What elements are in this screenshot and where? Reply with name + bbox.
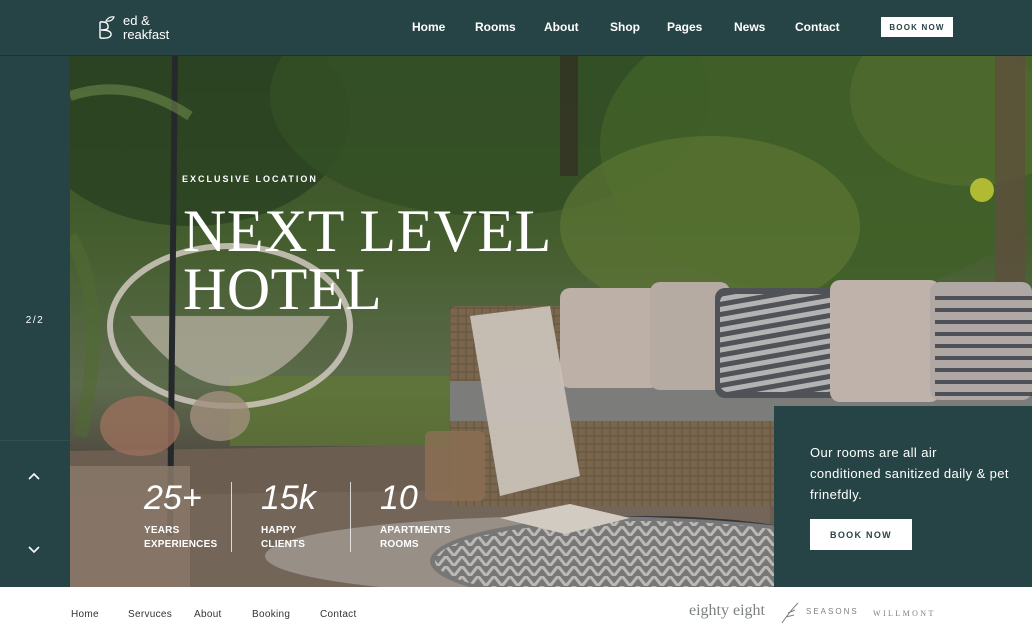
stat-label-line-1: YEARS bbox=[144, 525, 180, 536]
stat-label-line-1: APARTMENTS bbox=[380, 525, 451, 536]
footer-link-booking[interactable]: Booking bbox=[252, 609, 290, 620]
nav-rooms[interactable]: Rooms bbox=[475, 20, 516, 34]
stat-value: 25+ bbox=[144, 479, 202, 517]
partner-logo-seasons: SEASONS bbox=[780, 601, 860, 627]
partner-logo-willmont: WILLMONT bbox=[873, 609, 936, 618]
stat-clients: 15k HAPPY CLIENTS bbox=[261, 480, 371, 552]
nav-contact[interactable]: Contact bbox=[795, 20, 840, 34]
footer-link-about[interactable]: About bbox=[194, 609, 222, 620]
partner-logo-eighty-eight: eighty eight bbox=[689, 602, 765, 619]
partner-seasons-label: SEASONS bbox=[806, 607, 859, 616]
stat-value: 15k bbox=[261, 479, 316, 517]
header-book-now-button[interactable]: BOOK NOW bbox=[881, 17, 953, 37]
stat-label-line-1: HAPPY bbox=[261, 525, 297, 536]
info-panel: Our rooms are all air conditioned saniti… bbox=[774, 406, 1032, 587]
nav-home[interactable]: Home bbox=[412, 20, 445, 34]
stat-label: YEARS EXPERIENCES bbox=[144, 524, 254, 552]
info-text: Our rooms are all air conditioned saniti… bbox=[810, 445, 1009, 502]
stat-label-line-2: CLIENTS bbox=[261, 539, 306, 550]
chevron-down-icon bbox=[28, 546, 40, 554]
slider-rail: 2/2 bbox=[0, 56, 70, 587]
footer-link-home[interactable]: Home bbox=[71, 609, 99, 620]
leaf-b-monogram-icon bbox=[99, 16, 115, 39]
info-book-now-button[interactable]: BOOK NOW bbox=[810, 519, 912, 550]
stat-divider bbox=[231, 482, 232, 552]
slide-prev-button[interactable] bbox=[25, 467, 43, 485]
stat-label: HAPPY CLIENTS bbox=[261, 524, 371, 552]
nav-news[interactable]: News bbox=[734, 20, 765, 34]
stat-divider bbox=[350, 482, 351, 552]
stat-apartments: 10 APARTMENTS ROOMS bbox=[380, 480, 490, 552]
nav-about[interactable]: About bbox=[544, 20, 579, 34]
chevron-up-icon bbox=[28, 472, 40, 480]
logo[interactable]: ed & reakfast bbox=[95, 13, 169, 43]
hero-slide: EXCLUSIVE LOCATION NEXT LEVEL HOTEL 25+ … bbox=[70, 56, 1032, 587]
hero-title-line-2: HOTEL bbox=[183, 256, 383, 322]
stat-label-line-2: ROOMS bbox=[380, 539, 419, 550]
footer-strip: Home Servuces About Booking Contact eigh… bbox=[0, 587, 1032, 641]
nav-pages[interactable]: Pages bbox=[667, 20, 702, 34]
feather-icon bbox=[781, 602, 799, 624]
hero-title-line-1: NEXT LEVEL bbox=[183, 198, 552, 264]
hero-eyebrow: EXCLUSIVE LOCATION bbox=[182, 174, 318, 184]
stat-value: 10 bbox=[380, 479, 418, 517]
slide-next-button[interactable] bbox=[25, 541, 43, 559]
brand-name: ed & reakfast bbox=[123, 14, 169, 42]
stat-label: APARTMENTS ROOMS bbox=[380, 524, 490, 552]
page: ed & reakfast Home Rooms About Shop Page… bbox=[0, 0, 1032, 641]
hero-title: NEXT LEVEL HOTEL bbox=[183, 198, 643, 322]
brand-line-1: ed & bbox=[123, 13, 150, 28]
stat-label-line-2: EXPERIENCES bbox=[144, 539, 218, 550]
footer-link-services[interactable]: Servuces bbox=[128, 609, 172, 620]
brand-line-2: reakfast bbox=[123, 27, 170, 42]
slide-counter: 2/2 bbox=[25, 315, 45, 326]
footer-link-contact[interactable]: Contact bbox=[320, 609, 357, 620]
nav-shop[interactable]: Shop bbox=[610, 20, 640, 34]
rail-divider bbox=[0, 440, 70, 441]
site-header: ed & reakfast Home Rooms About Shop Page… bbox=[0, 0, 1032, 56]
stat-years: 25+ YEARS EXPERIENCES bbox=[144, 480, 254, 552]
